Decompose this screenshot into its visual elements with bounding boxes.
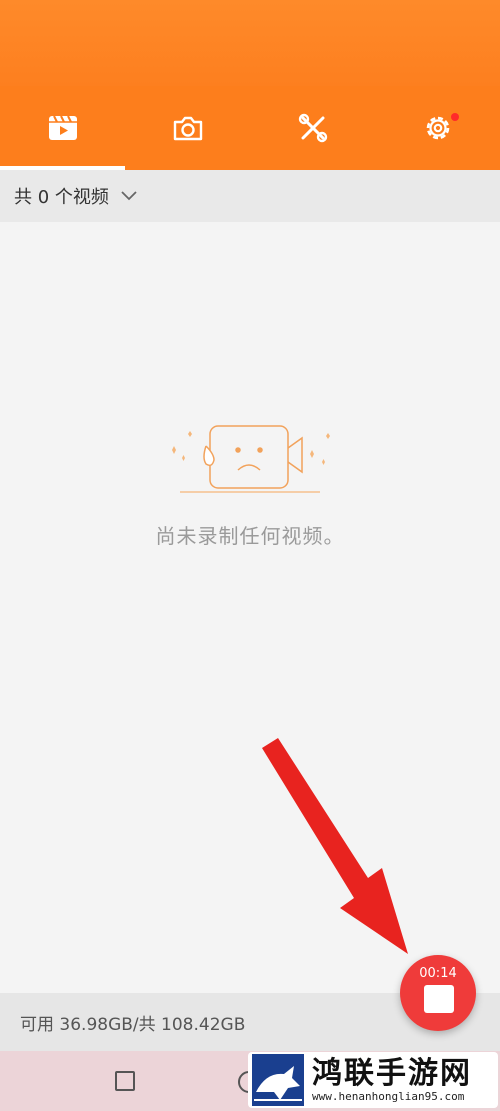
empty-state-message: 尚未录制任何视频。 bbox=[155, 524, 345, 548]
sad-camera-icon bbox=[172, 425, 330, 493]
video-icon bbox=[48, 115, 77, 140]
tools-icon bbox=[298, 113, 327, 143]
tab-settings[interactable] bbox=[375, 86, 500, 170]
stop-recording-button[interactable]: 00:14 bbox=[400, 955, 476, 1031]
chevron-down-icon bbox=[121, 191, 137, 201]
stop-icon bbox=[424, 985, 454, 1013]
tab-bar bbox=[0, 86, 500, 170]
red-arrow-annotation bbox=[262, 738, 408, 954]
gear-icon bbox=[426, 116, 449, 140]
tab-tools[interactable] bbox=[250, 86, 375, 170]
status-bar bbox=[0, 0, 500, 86]
recording-timer: 00:14 bbox=[419, 966, 457, 981]
watermark-url: www.henanhonglian95.com bbox=[312, 1089, 465, 1103]
video-count-label: 共 0 个视频 bbox=[14, 187, 109, 208]
tab-videos[interactable] bbox=[0, 86, 125, 170]
recents-button[interactable] bbox=[115, 1071, 135, 1091]
notification-dot bbox=[451, 113, 459, 121]
empty-state: 尚未录制任何视频。 bbox=[0, 420, 500, 549]
site-watermark: 鸿联手游网 www.henanhonglian95.com bbox=[248, 1052, 498, 1108]
storage-text: 可用 36.98GB/共 108.42GB bbox=[20, 1014, 246, 1035]
video-filter-dropdown[interactable]: 共 0 个视频 bbox=[0, 170, 500, 222]
tab-camera[interactable] bbox=[125, 86, 250, 170]
watermark-logo bbox=[252, 1054, 304, 1106]
camera-icon bbox=[173, 116, 202, 141]
watermark-title: 鸿联手游网 bbox=[312, 1055, 472, 1091]
